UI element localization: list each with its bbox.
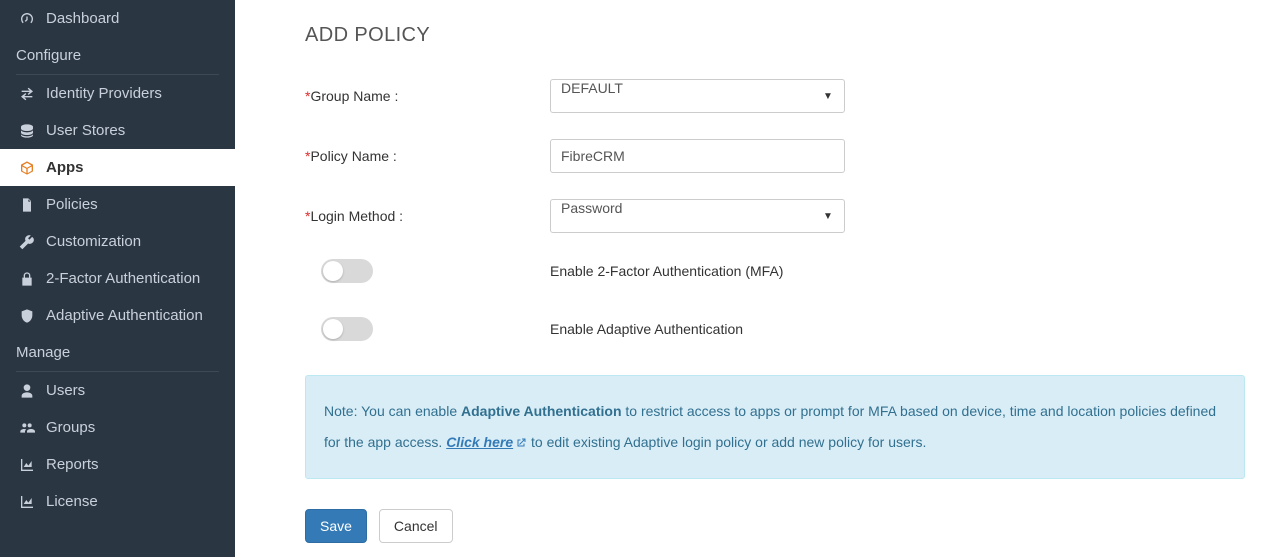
sidebar: Dashboard Configure Identity Providers U… [0,0,235,557]
sidebar-item-reports[interactable]: Reports [0,446,235,483]
adaptive-toggle[interactable] [321,317,373,341]
sidebar-section-configure: Configure [16,37,219,75]
cube-icon [16,160,38,176]
sidebar-item-label: Customization [46,233,141,250]
mfa-toggle[interactable] [321,259,373,283]
gauge-icon [16,11,38,27]
group-icon [16,420,38,436]
chart-area-icon [16,494,38,510]
login-method-value: Password [550,199,845,233]
button-row: Save Cancel [305,509,1253,543]
sidebar-item-label: Policies [46,196,98,213]
sidebar-item-label: License [46,493,98,510]
sidebar-item-adaptive-auth[interactable]: Adaptive Authentication [0,297,235,334]
login-method-label: *Login Method : [305,208,550,224]
policy-name-label: *Policy Name : [305,148,550,164]
sidebar-item-customization[interactable]: Customization [0,223,235,260]
database-icon [16,123,38,139]
policy-name-input[interactable] [550,139,845,173]
sidebar-item-label: User Stores [46,122,125,139]
sidebar-item-identity-providers[interactable]: Identity Providers [0,75,235,112]
sidebar-item-label: 2-Factor Authentication [46,270,200,287]
sidebar-item-label: Dashboard [46,10,119,27]
form-row-mfa-toggle: Enable 2-Factor Authentication (MFA) [305,259,1253,283]
sidebar-item-policies[interactable]: Policies [0,186,235,223]
user-icon [16,383,38,399]
form-row-group-name: *Group Name : DEFAULT ▼ [305,79,1253,113]
sidebar-item-label: Apps [46,159,84,176]
sidebar-item-dashboard[interactable]: Dashboard [0,0,235,37]
sidebar-item-2fa[interactable]: 2-Factor Authentication [0,260,235,297]
wrench-icon [16,234,38,250]
document-icon [16,197,38,213]
sidebar-item-label: Groups [46,419,95,436]
sidebar-item-apps[interactable]: Apps [0,149,235,186]
external-link-icon [515,437,527,449]
sidebar-section-manage: Manage [16,334,219,372]
click-here-link[interactable]: Click here [446,434,527,450]
toggle-knob [323,261,343,281]
login-method-select[interactable]: Password ▼ [550,199,845,233]
sidebar-item-label: Users [46,382,85,399]
save-button[interactable]: Save [305,509,367,543]
mfa-toggle-label: Enable 2-Factor Authentication (MFA) [550,263,783,279]
toggle-knob [323,319,343,339]
form-row-adaptive-toggle: Enable Adaptive Authentication [305,317,1253,341]
sidebar-item-users[interactable]: Users [0,372,235,409]
exchange-icon [16,86,38,102]
adaptive-note: Note: You can enable Adaptive Authentica… [305,375,1245,479]
lock-icon [16,271,38,287]
sidebar-item-label: Identity Providers [46,85,162,102]
sidebar-item-groups[interactable]: Groups [0,409,235,446]
form-row-login-method: *Login Method : Password ▼ [305,199,1253,233]
form-row-policy-name: *Policy Name : [305,139,1253,173]
group-name-value: DEFAULT [550,79,845,113]
sidebar-item-license[interactable]: License [0,483,235,520]
group-name-label: *Group Name : [305,88,550,104]
sidebar-item-user-stores[interactable]: User Stores [0,112,235,149]
page-title: ADD POLICY [305,24,1253,47]
sidebar-item-label: Reports [46,456,99,473]
adaptive-toggle-label: Enable Adaptive Authentication [550,321,743,337]
cancel-button[interactable]: Cancel [379,509,453,543]
group-name-select[interactable]: DEFAULT ▼ [550,79,845,113]
sidebar-item-label: Adaptive Authentication [46,307,203,324]
chart-area-icon [16,457,38,473]
shield-icon [16,308,38,324]
main-content: ADD POLICY *Group Name : DEFAULT ▼ *Poli… [235,0,1263,557]
